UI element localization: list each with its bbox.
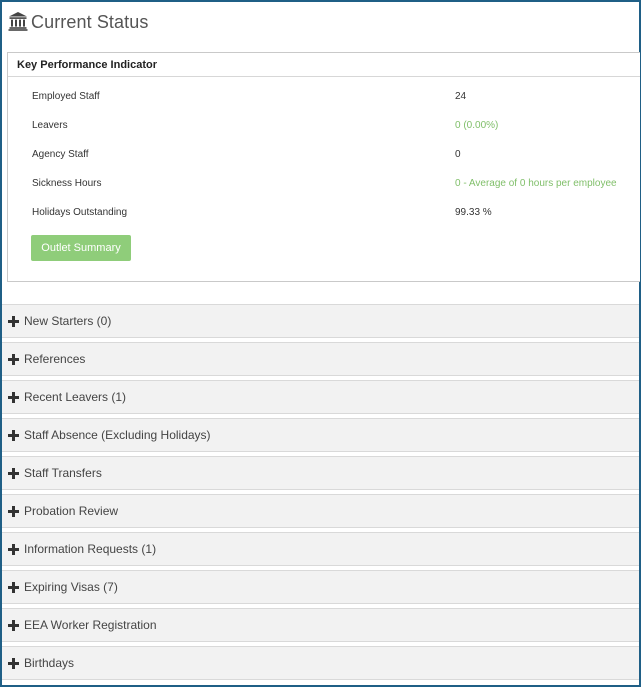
kpi-row-sickness-hours: Sickness Hours 0 - Average of 0 hours pe… xyxy=(8,174,640,194)
section-recent-leavers[interactable]: Recent Leavers (1) xyxy=(2,380,639,414)
section-eea-worker-registration[interactable]: EEA Worker Registration xyxy=(2,608,639,642)
bank-icon xyxy=(8,12,28,31)
kpi-panel: Key Performance Indicator Employed Staff… xyxy=(7,52,640,282)
kpi-label: Sickness Hours xyxy=(32,178,102,189)
current-status-panel: Current Status Key Performance Indicator… xyxy=(0,0,641,687)
kpi-value: 99.33 % xyxy=(455,207,492,218)
section-label: Staff Absence (Excluding Holidays) xyxy=(24,428,211,442)
plus-icon xyxy=(8,429,19,441)
kpi-value: 0 (0.00%) xyxy=(455,120,499,131)
plus-icon xyxy=(8,467,19,479)
section-label: Probation Review xyxy=(24,504,119,518)
kpi-label: Employed Staff xyxy=(32,91,100,102)
section-label: Recent Leavers (1) xyxy=(24,390,127,404)
kpi-label: Holidays Outstanding xyxy=(32,207,128,218)
kpi-value: 24 xyxy=(455,91,467,102)
section-probation-review[interactable]: Probation Review xyxy=(2,494,639,528)
section-label: Staff Transfers xyxy=(24,466,102,480)
kpi-value: 0 xyxy=(455,149,461,160)
kpi-heading: Key Performance Indicator xyxy=(8,53,640,77)
kpi-label: Agency Staff xyxy=(32,149,89,160)
section-new-starters[interactable]: New Starters (0) xyxy=(2,304,639,338)
kpi-label: Leavers xyxy=(32,120,68,131)
kpi-row-leavers: Leavers 0 (0.00%) xyxy=(8,116,640,136)
plus-icon xyxy=(8,619,19,631)
plus-icon xyxy=(8,543,19,555)
section-staff-absence[interactable]: Staff Absence (Excluding Holidays) xyxy=(2,418,639,452)
kpi-row-agency-staff: Agency Staff 0 xyxy=(8,145,640,165)
plus-icon xyxy=(8,353,19,365)
kpi-row-employed-staff: Employed Staff 24 xyxy=(8,87,640,107)
section-birthdays[interactable]: Birthdays xyxy=(2,646,639,680)
page-title: Current Status xyxy=(31,11,149,32)
section-label: Expiring Visas (7) xyxy=(24,580,118,594)
section-references[interactable]: References xyxy=(2,342,639,376)
plus-icon xyxy=(8,315,19,327)
plus-icon xyxy=(8,391,19,403)
plus-icon xyxy=(8,505,19,517)
outlet-summary-button[interactable]: Outlet Summary xyxy=(31,235,131,261)
section-information-requests[interactable]: Information Requests (1) xyxy=(2,532,639,566)
section-label: References xyxy=(24,352,86,366)
section-label: New Starters (0) xyxy=(24,314,112,328)
section-label: Birthdays xyxy=(24,656,75,670)
kpi-value: 0 - Average of 0 hours per employee xyxy=(455,178,617,189)
plus-icon xyxy=(8,581,19,593)
section-expiring-visas[interactable]: Expiring Visas (7) xyxy=(2,570,639,604)
kpi-row-holidays-outstanding: Holidays Outstanding 99.33 % xyxy=(8,203,640,223)
panel-header: Current Status xyxy=(2,2,639,42)
section-label: Information Requests (1) xyxy=(24,542,157,556)
section-label: EEA Worker Registration xyxy=(24,618,157,632)
section-staff-transfers[interactable]: Staff Transfers xyxy=(2,456,639,490)
plus-icon xyxy=(8,657,19,669)
